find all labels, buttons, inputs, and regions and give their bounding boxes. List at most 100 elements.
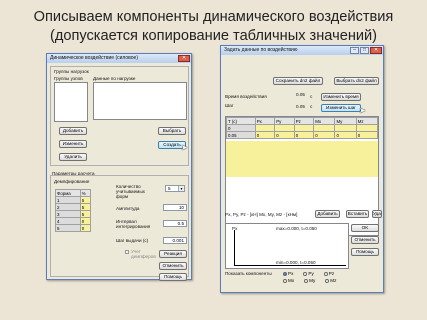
table-cell[interactable]: 0.05 [226,131,256,139]
forms-header-percent: % [79,189,92,197]
percent-cell[interactable]: 0 [79,224,92,232]
table-cell[interactable] [334,124,357,132]
form-cell[interactable]: 1 [55,196,81,204]
percent-cell[interactable]: 0 [79,217,92,225]
step-label: Шаг выдачи (с) [116,238,149,243]
step-value: 0.05 [296,104,305,109]
components-radio-group: Px Py Pz Mx My Mz [283,270,383,284]
forms-table: Форма % 1 5 2 5 3 5 4 0 5 0 [55,189,92,232]
table-cell[interactable] [293,124,315,132]
time-label: Время воздействия [225,94,267,99]
table-cell[interactable] [274,124,295,132]
insert-row-button[interactable]: Вставить [346,210,369,218]
table-cell[interactable] [313,124,336,132]
column-header: Mx [313,117,336,125]
edit-group-button[interactable]: Изменить [59,140,87,148]
table-row: 4 0 [55,217,92,225]
cancel-button[interactable]: Отменить [159,262,187,270]
mouse-cursor-icon: ➤ [359,106,366,115]
time-unit: с [310,94,313,99]
help-button[interactable]: Помощь [159,273,187,281]
impact-table-area: T (с) Px Py Pz Mx My Mz 0 0.05 0 0 0 0 0… [225,116,379,236]
impact-window-titlebar: Задать данные по воздействию – □ ✕ [221,46,383,55]
load-window: Динамическое воздействие (силовое) ✕ Гру… [46,53,192,281]
ok-button[interactable]: OK [351,224,379,232]
chart-max-label: max=0.000, t=0.050 [276,226,317,231]
table-cell[interactable]: 0 [226,124,256,132]
window-controls: ✕ [178,55,190,62]
dampers-checkbox[interactable] [125,250,129,254]
delete-row-button[interactable]: Удалить [372,210,382,218]
table-cell[interactable]: 0 [254,131,276,139]
radio-icon [283,278,287,283]
impact-data-window: Задать данные по воздействию – □ ✕ Сохра… [220,45,384,293]
percent-cell[interactable]: 5 [79,196,92,204]
impact-window-title: Задать данные по воздействию [224,47,298,53]
table-cell[interactable]: 0 [274,131,295,139]
show-components-label: Показать компоненты [225,271,272,276]
table-row: 0.05 0 0 0 0 0 0 [226,131,379,139]
percent-cell[interactable]: 5 [79,203,92,211]
load-data-list[interactable] [93,82,187,120]
percent-cell[interactable]: 5 [79,210,92,218]
table-row: 0 [226,124,379,132]
table-row: 5 0 [55,224,92,232]
maximize-icon[interactable]: □ [360,47,369,54]
table-header-row: T (с) Px Py Pz Mx My Mz [226,117,379,125]
load-data-label: Данные по нагрузке [93,76,136,81]
reaction-button[interactable]: Реакция [159,250,187,258]
change-step-button[interactable]: Изменить шаг [321,104,361,112]
table-empty-area [226,141,378,177]
close-icon[interactable]: ✕ [370,47,382,54]
table-cell[interactable]: 0 [334,131,357,139]
help-button[interactable]: Помощь [351,248,379,256]
table-cell[interactable] [355,124,379,132]
form-cell[interactable]: 4 [55,217,81,225]
save-file-button[interactable]: Сохранить dn2 файл [273,77,323,85]
table-cell[interactable]: 0 [293,131,315,139]
step-field[interactable]: 0.001 [163,237,187,244]
count-select[interactable]: 5 ▾ [165,185,185,192]
change-time-button[interactable]: Изменить время [321,93,361,101]
radio-my[interactable]: My [304,277,315,284]
table-cell[interactable]: 0 [355,131,379,139]
time-value: 0.05 [296,92,305,97]
radio-mx[interactable]: Mx [283,277,294,284]
forms-header-form: Форма [55,189,81,197]
radio-icon [325,278,330,283]
interval-field[interactable]: 0.5 [163,220,187,227]
group-nodes-label: Группы узлов [54,76,83,81]
group-nodes-list[interactable] [54,82,88,122]
form-cell[interactable]: 5 [55,224,81,232]
form-cell[interactable]: 3 [55,210,81,218]
column-header: Mz [355,117,379,125]
add-row-button[interactable]: Добавить [315,210,340,218]
window-controls: – □ ✕ [350,47,382,54]
delete-group-button[interactable]: Удалить [59,153,87,161]
select-button[interactable]: Выбрать [158,127,186,135]
radio-icon [304,278,309,283]
table-cell[interactable]: 0 [313,131,336,139]
column-header: Px [254,117,276,125]
radio-py[interactable]: Py [303,270,314,277]
chart-min-label: min=0.000, t=0.050 [276,260,316,265]
load-window-titlebar: Динамическое воздействие (силовое) ✕ [47,54,191,63]
cancel-button[interactable]: Отменить [351,236,379,244]
minimize-icon[interactable]: – [350,47,359,54]
amplitude-field[interactable]: 10 [163,204,187,211]
table-cell[interactable] [254,124,276,132]
add-group-button[interactable]: Добавить [59,127,87,135]
radio-icon [303,271,308,276]
count-label: Количество учитываемых форм [116,184,145,199]
radio-mz[interactable]: Mz [325,277,336,284]
choose-file-button[interactable]: Выбрать dn2 файл [334,77,379,85]
radio-px[interactable]: Px [283,270,293,277]
close-icon[interactable]: ✕ [178,55,190,62]
radio-icon [323,271,328,276]
params-panel: Демпфирование Форма % 1 5 2 5 3 5 4 0 5 … [50,175,189,281]
interval-label: Интервал интегрирования [116,219,151,229]
mouse-cursor-icon: ➤ [181,143,188,152]
table-row: 1 5 [55,196,92,204]
form-cell[interactable]: 2 [55,203,81,211]
radio-pz[interactable]: Pz [323,270,334,277]
